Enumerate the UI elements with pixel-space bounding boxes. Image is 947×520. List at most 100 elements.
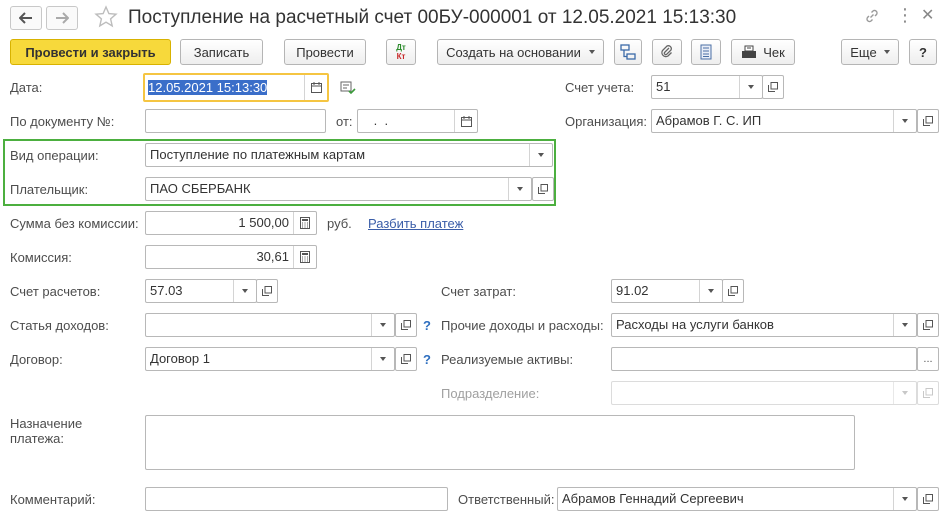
organization-select[interactable]: Абрамов Г. С. ИП [651, 109, 917, 133]
sold-assets-label: Реализуемые активы: [441, 352, 574, 367]
expense-account-value: 91.02 [616, 283, 649, 298]
department-open-button [917, 381, 939, 405]
doc-number-input[interactable] [145, 109, 326, 133]
back-button[interactable] [10, 6, 42, 30]
other-income-select[interactable]: Расходы на услуги банков [611, 313, 917, 337]
income-item-open-button[interactable] [395, 313, 417, 337]
calculator-check-icon[interactable] [340, 81, 356, 98]
attachments-button[interactable] [652, 39, 682, 65]
organization-value: Абрамов Г. С. ИП [656, 113, 762, 128]
chevron-down-icon[interactable] [893, 314, 916, 336]
expense-account-open-button[interactable] [722, 279, 744, 303]
chevron-down-icon[interactable] [739, 76, 762, 98]
chevron-down-icon[interactable] [893, 110, 916, 132]
settlement-account-value: 57.03 [150, 283, 183, 298]
date-input[interactable]: 12.05.2021 15:13:30 [143, 73, 329, 102]
cash-register-icon [742, 45, 757, 58]
open-window-icon [923, 388, 933, 398]
post-and-close-button[interactable]: Провести и закрыть [10, 39, 171, 65]
calculator-icon[interactable] [293, 212, 316, 234]
arrow-right-icon [56, 12, 69, 24]
dt-kt-button[interactable]: Дт Кт [386, 39, 416, 65]
comment-input[interactable] [145, 487, 448, 511]
payer-open-button[interactable] [532, 177, 554, 201]
organization-open-button[interactable] [917, 109, 939, 133]
amount-input[interactable]: 1 500,00 [145, 211, 317, 235]
settlement-account-select[interactable]: 57.03 [145, 279, 257, 303]
chevron-down-icon[interactable] [371, 314, 394, 336]
responsible-open-button[interactable] [917, 487, 939, 511]
more-icon[interactable]: ⋮ [896, 5, 914, 25]
chevron-down-icon[interactable] [508, 178, 531, 200]
settlement-account-open-button[interactable] [256, 279, 278, 303]
open-window-icon [923, 116, 933, 126]
open-window-icon [923, 320, 933, 330]
purpose-textarea[interactable] [145, 415, 855, 470]
department-label: Подразделение: [441, 386, 540, 401]
contract-select[interactable]: Договор 1 [145, 347, 395, 371]
chevron-down-icon [588, 50, 595, 54]
open-window-icon [728, 286, 738, 296]
payer-label: Плательщик: [10, 182, 89, 197]
chevron-down-icon[interactable] [699, 280, 722, 302]
favorite-star-icon[interactable] [94, 5, 118, 32]
calendar-icon[interactable] [304, 75, 327, 100]
contract-open-button[interactable] [395, 347, 417, 371]
structure-button[interactable] [614, 39, 642, 65]
forward-button[interactable] [46, 6, 78, 30]
payer-select[interactable]: ПАО СБЕРБАНК [145, 177, 532, 201]
sold-assets-input[interactable] [611, 347, 917, 371]
chevron-down-icon[interactable] [233, 280, 256, 302]
open-window-icon [538, 184, 548, 194]
calculator-icon[interactable] [293, 246, 316, 268]
more-actions-label: Еще [850, 44, 877, 60]
open-window-icon [401, 320, 411, 330]
dtkt-icon-top: Дт [396, 43, 406, 52]
purpose-label-line1: Назначение [10, 416, 83, 431]
responsible-value: Абрамов Геннадий Сергеевич [562, 491, 744, 506]
create-based-on-button[interactable]: Создать на основании [437, 39, 604, 65]
sold-assets-select-button[interactable]: ... [917, 347, 939, 371]
other-income-open-button[interactable] [917, 313, 939, 337]
close-icon[interactable]: ✕ [921, 6, 934, 26]
chevron-down-icon[interactable] [893, 488, 916, 510]
link-icon[interactable] [864, 8, 880, 27]
calendar-icon[interactable] [454, 110, 477, 132]
account-label: Счет учета: [565, 80, 635, 95]
open-window-icon [768, 82, 778, 92]
post-button[interactable]: Провести [284, 39, 366, 65]
report-button[interactable] [691, 39, 721, 65]
help-button[interactable]: ? [909, 39, 937, 65]
operation-type-select[interactable]: Поступление по платежным картам [145, 143, 553, 167]
responsible-select[interactable]: Абрамов Геннадий Сергеевич [557, 487, 917, 511]
commission-value: 30,61 [256, 249, 289, 264]
chevron-down-icon[interactable] [371, 348, 394, 370]
expense-account-select[interactable]: 91.02 [611, 279, 723, 303]
contract-label: Договор: [10, 352, 63, 367]
other-income-label: Прочие доходы и расходы: [441, 318, 604, 333]
receipt-button[interactable]: Чек [731, 39, 795, 65]
chevron-down-icon [893, 382, 916, 404]
account-select[interactable]: 51 [651, 75, 763, 99]
organization-label: Организация: [565, 114, 648, 129]
page-title: Поступление на расчетный счет 00БУ-00000… [128, 7, 737, 28]
income-item-select[interactable] [145, 313, 395, 337]
operation-type-value: Поступление по платежным картам [150, 147, 366, 162]
dtkt-icon-bottom: Кт [396, 52, 406, 61]
account-value: 51 [656, 79, 671, 94]
account-open-button[interactable] [762, 75, 784, 99]
create-based-on-label: Создать на основании [446, 44, 581, 60]
doc-date-input[interactable]: . . [357, 109, 478, 133]
commission-label: Комиссия: [10, 250, 72, 265]
open-window-icon [401, 354, 411, 364]
contract-help-icon[interactable]: ? [423, 352, 431, 368]
chevron-down-icon[interactable] [529, 144, 552, 166]
income-item-help-icon[interactable]: ? [423, 318, 431, 334]
from-label: от: [336, 114, 353, 129]
save-button[interactable]: Записать [180, 39, 263, 65]
amount-value: 1 500,00 [238, 215, 289, 230]
operation-type-label: Вид операции: [10, 148, 99, 163]
more-actions-button[interactable]: Еще [841, 39, 899, 65]
split-payment-link[interactable]: Разбить платеж [368, 216, 463, 232]
commission-input[interactable]: 30,61 [145, 245, 317, 269]
